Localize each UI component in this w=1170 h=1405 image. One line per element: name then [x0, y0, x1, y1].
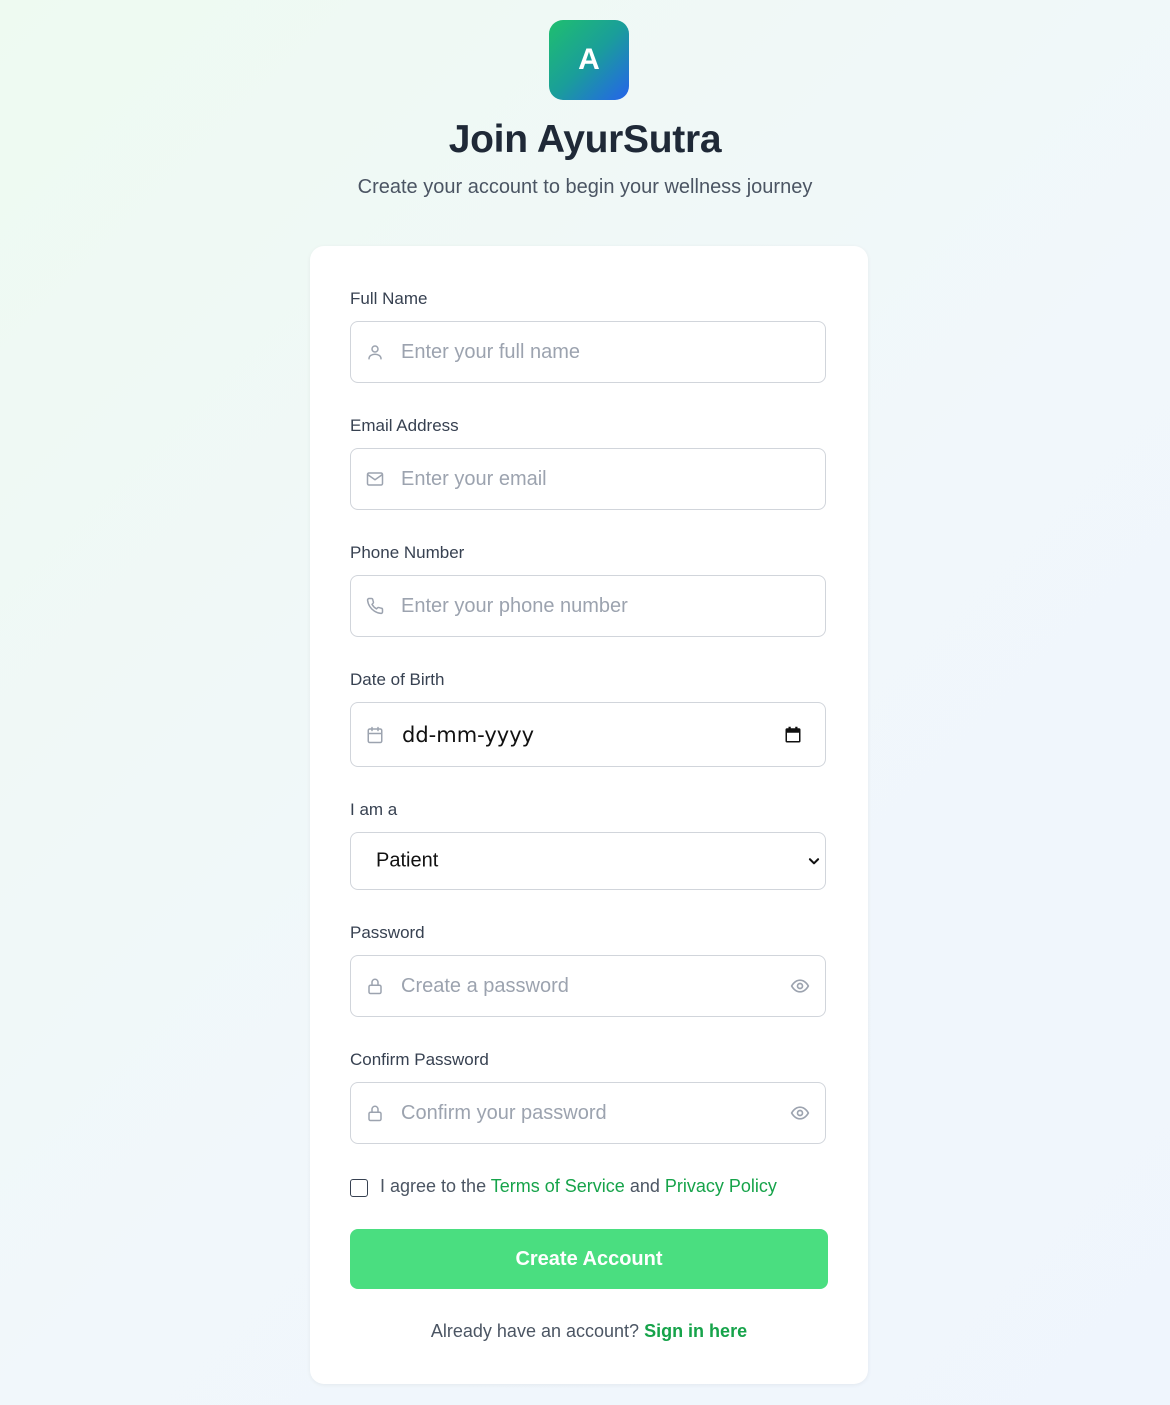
confirm-password-label: Confirm Password	[350, 1050, 489, 1069]
lock-icon	[366, 977, 384, 995]
confirm-password-input[interactable]	[401, 1083, 781, 1143]
role-selected-value: Patient	[376, 849, 439, 872]
phone-input[interactable]	[401, 576, 781, 636]
terms-checkbox[interactable]	[350, 1179, 368, 1197]
full-name-input[interactable]	[401, 322, 781, 382]
privacy-policy-link[interactable]: Privacy Policy	[665, 1176, 777, 1196]
terms-text: I agree to the Terms of Service and Priv…	[380, 1176, 777, 1197]
app-logo: A	[549, 20, 629, 100]
calendar-icon	[366, 726, 384, 744]
full-name-label: Full Name	[350, 289, 428, 308]
terms-and: and	[629, 1176, 660, 1196]
sign-in-link[interactable]: Sign in here	[644, 1321, 747, 1341]
create-account-button[interactable]: Create Account	[350, 1229, 828, 1289]
dob-field[interactable]: dd-mm-yyyy	[350, 702, 826, 767]
password-input[interactable]	[401, 956, 781, 1016]
email-label: Email Address	[350, 416, 459, 435]
user-icon	[366, 343, 384, 361]
email-field[interactable]	[350, 448, 826, 510]
terms-of-service-link[interactable]: Terms of Service	[491, 1176, 625, 1196]
calendar-picker-icon[interactable]	[783, 725, 803, 745]
phone-label: Phone Number	[350, 543, 465, 562]
role-label: I am a	[350, 800, 398, 819]
dob-value: dd-mm-yyyy	[402, 722, 535, 747]
dob-label: Date of Birth	[350, 670, 445, 689]
signin-prompt-text: Already have an account?	[430, 1321, 640, 1341]
signin-prompt: Already have an account? Sign in here	[310, 1321, 868, 1342]
page-subtitle: Create your account to begin your wellne…	[357, 176, 813, 198]
confirm-password-field[interactable]	[350, 1082, 826, 1144]
full-name-field[interactable]	[350, 321, 826, 383]
password-field[interactable]	[350, 955, 826, 1017]
eye-icon[interactable]	[789, 975, 811, 997]
page-title: Join AyurSutra	[448, 118, 722, 161]
email-input[interactable]	[401, 449, 781, 509]
lock-icon	[366, 1104, 384, 1122]
phone-icon	[366, 597, 384, 615]
chevron-down-icon	[807, 854, 821, 868]
role-select[interactable]: Patient	[350, 832, 826, 890]
mail-icon	[366, 470, 384, 488]
terms-prefix: I agree to the	[380, 1176, 487, 1196]
phone-field[interactable]	[350, 575, 826, 637]
eye-icon[interactable]	[789, 1102, 811, 1124]
signup-card: Full Name Email Address Phone Number Dat…	[310, 246, 868, 1384]
password-label: Password	[350, 923, 425, 942]
logo-letter: A	[578, 43, 600, 76]
